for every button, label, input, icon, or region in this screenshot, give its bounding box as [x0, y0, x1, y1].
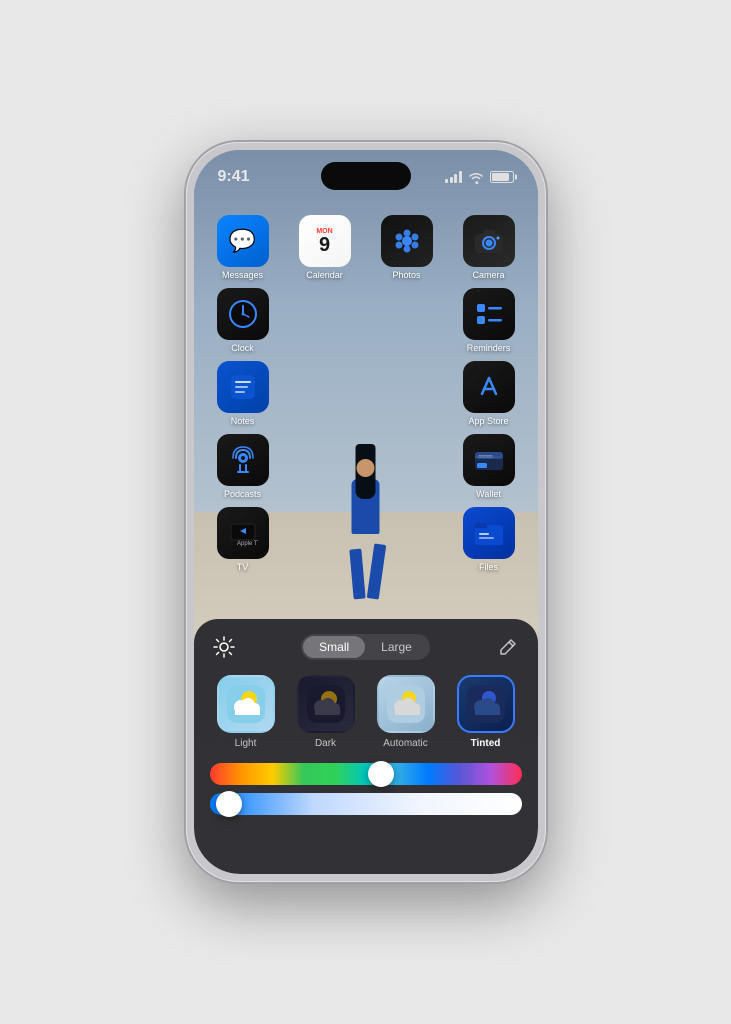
style-option-tinted[interactable]: Tinted [450, 675, 522, 749]
style-icon-light [217, 675, 275, 733]
calendar-date: 9 [319, 235, 330, 255]
app-calendar-label: Calendar [306, 270, 343, 280]
app-camera-label: Camera [472, 270, 504, 280]
white-slider[interactable] [210, 793, 522, 815]
app-photos[interactable]: Photos [376, 215, 438, 280]
signal-icon [445, 171, 462, 183]
app-calendar[interactable]: MON 9 Calendar [294, 215, 356, 280]
dynamic-island [321, 162, 411, 190]
bottom-panel: Small Large [194, 619, 538, 874]
status-time: 9:41 [218, 168, 250, 186]
app-row-2: Clock [212, 288, 520, 353]
edit-icon[interactable] [494, 633, 522, 661]
color-slider-section [210, 763, 522, 815]
style-icon-tinted [457, 675, 515, 733]
style-icon-dark [297, 675, 355, 733]
size-small-button[interactable]: Small [303, 636, 365, 658]
app-wallet-label: Wallet [476, 489, 501, 499]
app-reminders[interactable]: Reminders [458, 288, 520, 353]
app-appstore[interactable]: App Store [458, 361, 520, 426]
phone-device: 9:41 [186, 142, 546, 882]
app-wallet[interactable]: Wallet [458, 434, 520, 499]
app-tv[interactable]: Apple TV TV [212, 507, 274, 572]
app-podcasts-label: Podcasts [224, 489, 261, 499]
style-option-light[interactable]: Light [210, 675, 282, 749]
style-label-automatic: Automatic [383, 738, 427, 749]
app-messages-label: Messages [222, 270, 263, 280]
style-label-dark: Dark [315, 738, 336, 749]
app-notes-label: Notes [231, 416, 255, 426]
app-camera[interactable]: Camera [458, 215, 520, 280]
white-slider-thumb[interactable] [216, 791, 242, 817]
app-notes[interactable]: Notes [212, 361, 274, 426]
app-grid: 💬 Messages MON 9 Calendar [194, 205, 538, 590]
style-option-dark[interactable]: Dark [290, 675, 362, 749]
status-icons [445, 171, 514, 184]
app-files-label: Files [479, 562, 498, 572]
panel-top-row: Small Large [210, 633, 522, 661]
size-toggle: Small Large [301, 634, 430, 660]
app-row-5: Apple TV TV [212, 507, 520, 572]
app-files[interactable]: Files [458, 507, 520, 572]
size-large-button[interactable]: Large [365, 636, 428, 658]
brightness-icon[interactable] [210, 633, 238, 661]
app-podcasts[interactable]: Podcasts [212, 434, 274, 499]
phone-screen: 9:41 [194, 150, 538, 874]
battery-icon [490, 171, 514, 183]
app-messages[interactable]: 💬 Messages [212, 215, 274, 280]
app-appstore-label: App Store [468, 416, 508, 426]
wifi-icon [468, 171, 484, 184]
rainbow-slider[interactable] [210, 763, 522, 785]
app-clock[interactable]: Clock [212, 288, 274, 353]
app-tv-label: TV [237, 562, 249, 572]
app-clock-label: Clock [231, 343, 254, 353]
app-row-1: 💬 Messages MON 9 Calendar [212, 215, 520, 280]
app-row-3: Notes [212, 361, 520, 426]
style-icon-automatic [377, 675, 435, 733]
app-row-4: Podcasts [212, 434, 520, 499]
style-label-tinted: Tinted [471, 738, 501, 749]
rainbow-slider-thumb[interactable] [368, 761, 394, 787]
style-option-automatic[interactable]: Automatic [370, 675, 442, 749]
app-reminders-label: Reminders [467, 343, 511, 353]
style-label-light: Light [235, 738, 257, 749]
app-photos-label: Photos [392, 270, 420, 280]
style-options: Light [210, 675, 522, 749]
svg-text:Apple TV: Apple TV [237, 541, 258, 547]
